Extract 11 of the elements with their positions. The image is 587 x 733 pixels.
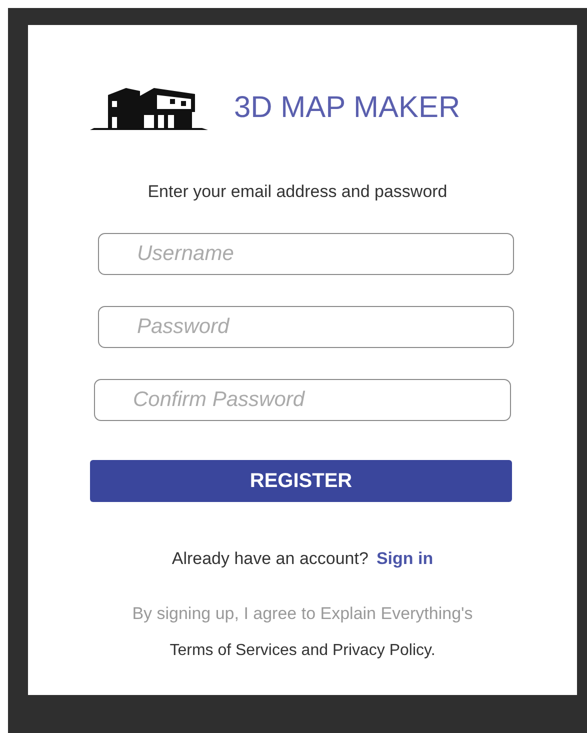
sign-in-link[interactable]: Sign in: [376, 546, 434, 571]
building-logo-icon: [90, 85, 208, 131]
instructions-text: Enter your email address and password: [146, 181, 448, 203]
input-field[interactable]: Password: [98, 306, 514, 348]
account-prompt: Already have an account?: [172, 548, 368, 570]
register-button[interactable]: REGISTER: [90, 460, 512, 502]
input-field[interactable]: Confirm Password: [94, 378, 511, 420]
terms-link-text[interactable]: Terms of Services and Privacy Policy.: [28, 638, 577, 662]
terms-text: By signing up, I agree to Explain Everything's: [131, 603, 474, 625]
app-title: 3D MAP MAKER: [234, 93, 460, 123]
input-field[interactable]: Username: [98, 232, 514, 274]
